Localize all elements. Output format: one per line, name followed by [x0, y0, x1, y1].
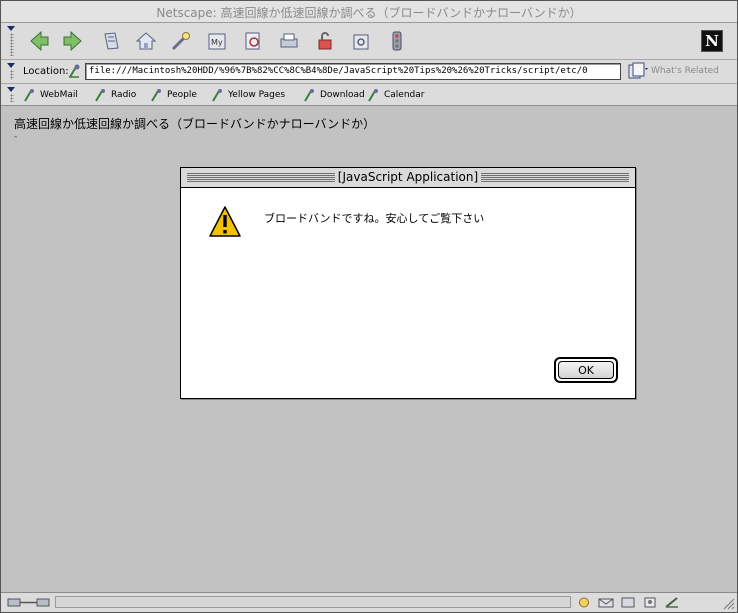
composer-icon[interactable]	[663, 596, 681, 609]
resize-grip-icon[interactable]	[721, 596, 735, 610]
bookmark-label: Radio	[111, 90, 137, 100]
mail-icon[interactable]	[597, 596, 615, 609]
bookmark-icon	[304, 89, 314, 102]
bookmark-icon	[151, 89, 161, 102]
page-dot: -	[14, 132, 18, 142]
netscape-logo[interactable]: N	[701, 30, 723, 52]
bookmark-icon	[95, 89, 105, 102]
back-icon[interactable]	[25, 28, 53, 54]
ok-button[interactable]: OK	[558, 361, 614, 379]
page-proxy-icon[interactable]	[67, 63, 83, 79]
location-label: Location:	[23, 66, 69, 77]
bookmark-calendar[interactable]: Calendar	[367, 87, 424, 103]
bookmark-download[interactable]: Download	[303, 87, 365, 103]
javascript-alert-dialog: [JavaScript Application] ブロードバンドですね。安心して…	[180, 167, 636, 399]
stop-icon[interactable]	[383, 28, 411, 54]
title-bar[interactable]: Netscape: 高速回線か低速回線か調べる（ブロードバンドかナローバンドか）	[1, 1, 737, 23]
whats-related-icon[interactable]	[627, 62, 649, 81]
location-toolbar: Location: file:///Macintosh%20HDD/%96%7B…	[1, 60, 737, 84]
search-icon[interactable]	[167, 28, 195, 54]
bookmark-label: WebMail	[40, 90, 78, 100]
ok-button-frame: OK	[554, 357, 618, 383]
location-collapse-tab[interactable]	[4, 60, 18, 83]
page-heading: 高速回線か低速回線か調べる（ブロードバンドかナローバンドか）	[14, 117, 376, 131]
dialog-title-bar[interactable]: [JavaScript Application]	[181, 168, 635, 188]
connection-plug-icon	[7, 598, 50, 607]
images-icon[interactable]	[239, 28, 267, 54]
personal-toolbar: WebMail Radio People Yellow Pages Downlo…	[1, 84, 737, 106]
toolbar-collapse-tab[interactable]	[4, 23, 18, 59]
bookmark-label: People	[167, 90, 197, 100]
navigator-icon[interactable]	[575, 596, 593, 609]
bookmark-icon	[212, 89, 222, 102]
address-book-icon[interactable]	[641, 596, 659, 609]
location-input[interactable]: file:///Macintosh%20HDD/%96%7B%82%CC%8C%…	[85, 63, 621, 80]
home-icon[interactable]	[132, 28, 160, 54]
personal-collapse-tab[interactable]	[4, 84, 18, 105]
print-icon[interactable]	[275, 28, 303, 54]
bookmark-radio[interactable]: Radio	[94, 87, 136, 103]
security-icon[interactable]	[311, 28, 339, 54]
status-text	[55, 596, 571, 608]
newsgroups-icon[interactable]	[619, 596, 637, 609]
dialog-title: [JavaScript Application]	[334, 170, 482, 184]
window-title: Netscape: 高速回線か低速回線か調べる（ブロードバンドかナローバンドか）	[156, 6, 582, 20]
shop-icon[interactable]	[347, 28, 375, 54]
browser-window: Netscape: 高速回線か低速回線か調べる（ブロードバンドかナローバンドか）…	[0, 0, 738, 613]
bookmark-icon	[24, 89, 34, 102]
bookmark-label: Yellow Pages	[228, 90, 286, 100]
bookmark-webmail[interactable]: WebMail	[23, 87, 78, 103]
bookmark-icon	[368, 89, 378, 102]
dialog-message: ブロードバンドですね。安心してご覧下さい	[264, 212, 485, 225]
reload-icon[interactable]	[97, 28, 125, 54]
svg-text:My: My	[211, 38, 223, 47]
bookmark-label: Download	[320, 90, 365, 100]
bookmark-people[interactable]: People	[150, 87, 197, 103]
bookmark-label: Calendar	[384, 90, 425, 100]
component-bar	[575, 595, 719, 610]
navigation-toolbar: My N	[1, 23, 737, 60]
my-netscape-icon[interactable]: My	[203, 28, 231, 54]
whats-related-label[interactable]: What's Related	[651, 66, 719, 76]
status-bar	[1, 592, 737, 612]
bookmark-yellow-pages[interactable]: Yellow Pages	[211, 87, 285, 103]
warning-icon	[209, 206, 241, 237]
forward-icon[interactable]	[59, 28, 87, 54]
